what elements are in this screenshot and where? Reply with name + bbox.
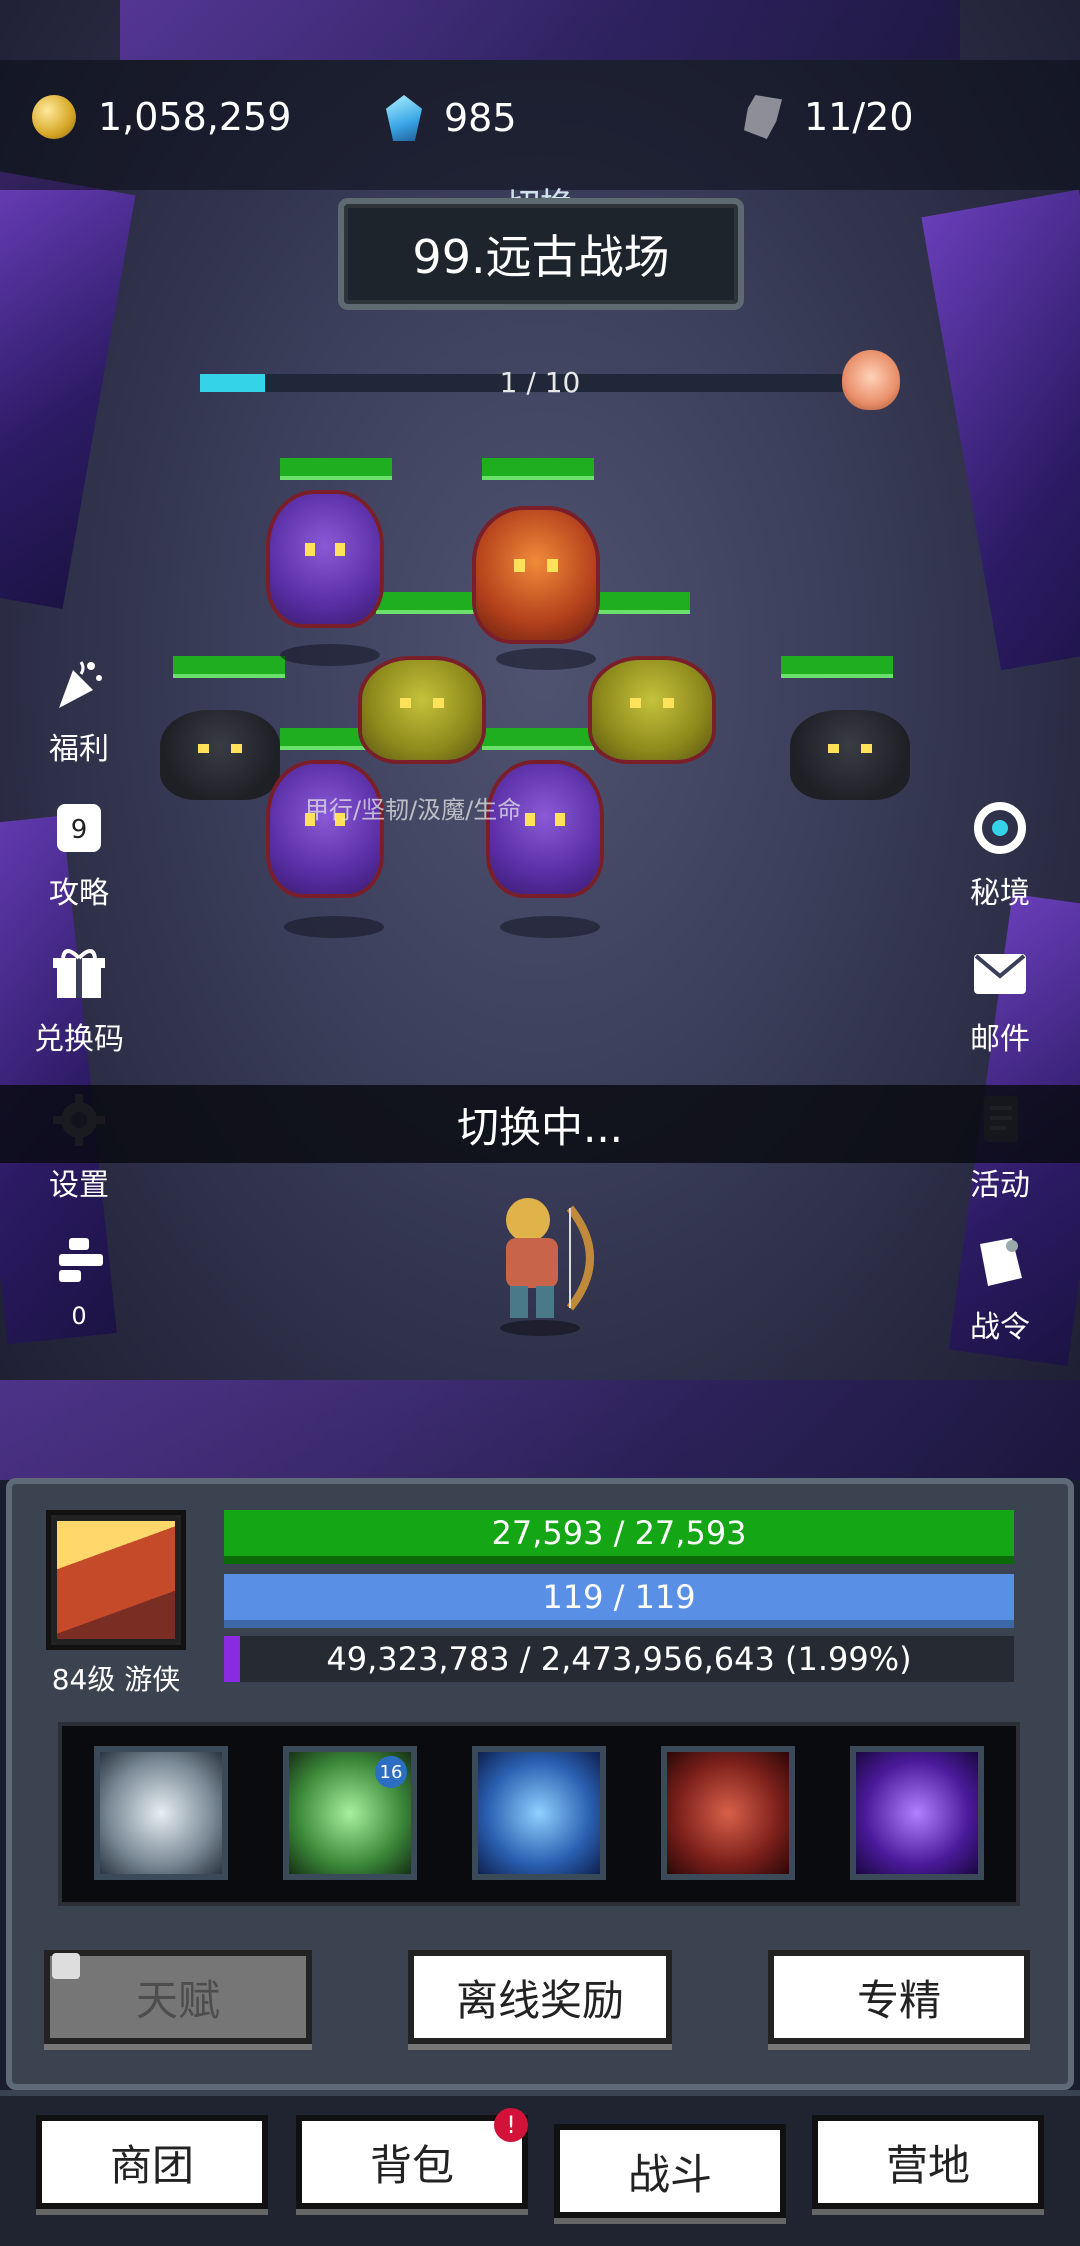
specialization-button[interactable]: 专精 [768,1950,1030,2044]
battle-pass-label: 战令 [970,1310,1030,1345]
svg-text:9: 9 [71,815,88,845]
switching-banner: 切换中... [0,1085,1080,1163]
gift-box-icon [53,949,105,998]
diamond-icon [386,95,422,141]
enemy-shadow [280,644,380,666]
secret-realm-button[interactable]: 秘境 [945,800,1055,912]
enemy-health-bar [482,728,594,750]
gold-amount: 1,058,259 [98,95,292,139]
bag-alert-badge: ! [494,2108,528,2142]
enemy-shadow-slime[interactable] [160,710,280,800]
skill-slot-1[interactable] [94,1746,228,1880]
hero-level-class: 84级 游侠 [51,1663,181,1696]
ranger-avatar [57,1521,175,1639]
skill-level-badge: 16 [375,1756,407,1788]
enemy-shadow [500,916,600,938]
guide-button[interactable]: 9 攻略 [24,800,134,912]
enemy-shadow-slime[interactable] [790,710,910,800]
welfare-label: 福利 [49,732,109,767]
mail-label: 邮件 [970,1022,1030,1057]
hp-text: 27,593 / 27,593 [491,1514,747,1552]
offline-reward-label: 离线奖励 [455,1975,624,2025]
crystal-decoration [0,171,136,609]
xp-text: 49,323,783 / 2,473,956,643 (1.99%) [326,1640,912,1678]
enemy-health-bar [280,458,392,480]
crystal-decoration [120,0,960,60]
switching-text: 切换中... [456,1102,624,1152]
xp-bar: 49,323,783 / 2,473,956,643 (1.99%) [224,1636,1014,1682]
xp-bar-fill [224,1636,240,1682]
stamina-rock-icon [744,95,782,139]
enemy-fire-beast[interactable] [476,510,596,640]
portal-icon [974,802,1026,854]
crystal-decoration [0,1380,1080,1480]
enemy-shadow [496,648,596,670]
enemy-health-bar [173,656,285,678]
enemy-yellow-ghoul[interactable] [362,660,482,760]
boss-skull-icon[interactable] [842,350,900,410]
enemy-purple-mage[interactable] [490,764,600,894]
guide-book-icon: 9 [57,804,101,852]
gold-counter: 1,058,259 [32,95,291,139]
secret-realm-label: 秘境 [970,876,1030,911]
skill-slot-3[interactable] [472,1746,606,1880]
mail-envelope-icon [974,954,1026,994]
battle-pass-button[interactable]: 战令 [945,1234,1055,1346]
enemy-health-bar [781,656,893,678]
nav-camp-label: 营地 [885,2140,970,2190]
stamina-counter: 11/20 [744,95,914,139]
enemy-yellow-ghoul[interactable] [592,660,712,760]
settings-label: 设置 [49,1168,109,1203]
nav-bag-button[interactable]: 背包 [296,2115,528,2209]
crystal-decoration [921,189,1080,671]
talent-button[interactable]: 天赋 [44,1950,312,2044]
stage-name: 99.远古战场 [412,230,670,284]
enemy-purple-mage[interactable] [270,494,380,624]
stage-selector[interactable]: 99.远古战场 [338,198,744,310]
hp-bar: 27,593 / 27,593 [224,1510,1014,1564]
mp-text: 119 / 119 [542,1578,696,1616]
guide-label: 攻略 [49,876,109,911]
events-label: 活动 [970,1168,1030,1203]
offline-reward-button[interactable]: 离线奖励 [408,1950,672,2044]
gold-coin-icon [32,95,76,139]
diamond-counter: 985 [386,95,517,141]
nav-battle-label: 战斗 [627,2149,712,2199]
ranking-button[interactable]: 0 [24,1234,134,1330]
nav-guild-button[interactable]: 商团 [36,2115,268,2209]
ranking-count: 0 [71,1302,87,1330]
talent-label: 天赋 [135,1975,220,2025]
wave-counter: 1 / 10 [499,366,581,399]
mp-bar: 119 / 119 [224,1574,1014,1628]
nav-camp-button[interactable]: 营地 [812,2115,1044,2209]
redeem-code-label: 兑换码 [34,1022,124,1057]
redeem-code-button[interactable]: 兑换码 [24,946,134,1058]
hero-portrait[interactable] [46,1510,186,1650]
skill-slot-2[interactable]: 16 [283,1746,417,1880]
nav-guild-label: 商团 [109,2140,194,2190]
welfare-button[interactable]: 福利 [24,656,134,768]
lock-icon [52,1953,80,1979]
skill-slot-4[interactable] [661,1746,795,1880]
specialization-label: 专精 [856,1975,941,2025]
skill-slot-5[interactable] [850,1746,984,1880]
enemy-health-bar [376,592,488,614]
mail-button[interactable]: 邮件 [945,946,1055,1058]
enemy-affix-text: 甲行/坚韧/汲魔/生命 [305,796,522,824]
ranking-bars-icon [59,1238,103,1282]
stamina-amount: 11/20 [804,95,914,139]
nav-bag-label: 背包 [369,2140,454,2190]
enemy-shadow [284,916,384,938]
enemy-purple-mage[interactable] [270,764,380,894]
nav-battle-button[interactable]: 战斗 [554,2124,786,2218]
diamond-amount: 985 [444,96,517,140]
enemy-health-bar [482,458,594,480]
party-popper-icon [59,661,102,708]
ranger-hero-sprite [500,1198,594,1336]
battle-pass-scroll-icon [980,1238,1022,1286]
